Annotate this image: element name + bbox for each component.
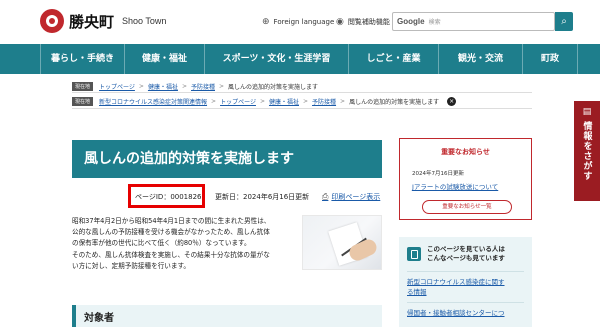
also-viewed-heading: このページを見ている人は こんなページも見ています: [427, 245, 505, 263]
page-title: 風しんの追加的対策を実施します: [84, 151, 294, 167]
breadcrumb-separator: >: [181, 83, 187, 90]
nav-item-sports-culture[interactable]: スポーツ・文化・生涯学習: [204, 44, 348, 74]
logo-text-en: Shoo Town: [122, 16, 167, 26]
breadcrumb-link[interactable]: トップページ: [99, 82, 135, 91]
divider: [407, 271, 524, 272]
close-icon[interactable]: ×: [447, 97, 457, 106]
body-line: そのため、風しん抗体検査を実施し、その結果十分な抗体の量がな: [72, 250, 270, 259]
town-emblem-icon: [40, 9, 64, 33]
globe-icon: ⊕: [262, 17, 270, 27]
notice-list-button[interactable]: 重要なお知らせ一覧: [422, 200, 512, 214]
search-button[interactable]: ⌕: [555, 12, 573, 31]
search-input[interactable]: Google 検索: [392, 12, 555, 31]
site-logo[interactable]: 勝央町 Shoo Town: [40, 9, 166, 33]
section-heading-box: 対象者: [72, 305, 382, 327]
nav-item-living[interactable]: 暮らし・手続き: [40, 44, 124, 74]
article-photo: [302, 215, 382, 270]
find-info-label: 情報をさがす: [581, 121, 592, 181]
search-placeholder: 検索: [428, 19, 441, 26]
page-title-box: 風しんの追加的対策を実施します: [72, 140, 382, 178]
notice-date: 2024年7月16日更新: [412, 171, 464, 177]
breadcrumb-link[interactable]: 予防接種: [312, 97, 336, 106]
nav-item-health[interactable]: 健康・福祉: [124, 44, 204, 74]
foreign-language-label: Foreign language: [273, 18, 335, 26]
breadcrumb-current: 風しんの追加的対策を実施します: [349, 99, 440, 106]
breadcrumb-separator: >: [303, 98, 309, 105]
divider: [72, 108, 532, 109]
eye-icon: ◉: [336, 17, 344, 27]
nav-item-work[interactable]: しごと・産業: [348, 44, 438, 74]
global-nav: 暮らし・手続き 健康・福祉 スポーツ・文化・生涯学習 しごと・産業 観光・交流 …: [0, 44, 600, 74]
phone-icon: [407, 247, 421, 261]
nav-item-tourism[interactable]: 観光・交流: [438, 44, 522, 74]
notice-heading: 重要なお知らせ: [441, 148, 490, 156]
find-info-tab[interactable]: ▤ 情報をさがす: [574, 101, 600, 201]
breadcrumb-separator: >: [219, 83, 225, 90]
section-heading: 対象者: [84, 313, 114, 324]
breadcrumb-link[interactable]: 健康・福祉: [148, 82, 178, 91]
body-text: 昭和37年4月2日から昭和54年4月1日までの間に生まれた男性は、 公的な風しん…: [72, 216, 294, 272]
also-viewed-link[interactable]: 新型コロナウイルス感染症に関す: [407, 277, 524, 287]
body-line: い方に対し、定期予防接種を行います。: [72, 261, 191, 270]
site-header: 勝央町 Shoo Town ⊕ Foreign language ◉ 閲覧補助機…: [0, 0, 600, 44]
body-line: 公的な風しんの予防接種を受ける機会がなかったため、風しん抗体: [72, 228, 270, 237]
also-viewed-link[interactable]: 帰国者・接触者相談センターにつ: [407, 308, 524, 318]
logo-text-jp: 勝央町: [69, 12, 115, 31]
breadcrumb-tag: 現在地: [72, 82, 94, 91]
print-page-label: 印刷ページ表示: [331, 193, 381, 201]
google-brand: Google: [397, 17, 425, 26]
also-viewed-link[interactable]: る情報: [407, 287, 524, 297]
body-line: の保有率が他の世代に比べて低く（約80％）なっています。: [72, 239, 251, 248]
breadcrumb-link[interactable]: 健康・福祉: [269, 97, 299, 106]
reading-aid-label: 閲覧補助機能: [347, 18, 390, 26]
breadcrumb-current: 風しんの追加的対策を実施します: [228, 84, 319, 91]
breadcrumb-link[interactable]: 予防接種: [191, 82, 215, 91]
also-viewed-header: このページを見ている人は こんなページも見ています: [399, 237, 532, 263]
printer-icon: ⎙: [322, 192, 329, 201]
important-notice-box: 重要なお知らせ 2024年7月16日更新 Jアラートの試験放送について 重要なお…: [399, 138, 532, 220]
page-id: ページID：0001826: [135, 193, 202, 201]
print-page-link[interactable]: ⎙ 印刷ページ表示: [322, 192, 380, 202]
document-icon: ▤: [582, 107, 592, 117]
breadcrumb: 現在地 トップページ > 健康・福祉 > 予防接種 > 風しんの追加的対策を実施…: [72, 82, 318, 91]
breadcrumb-separator: >: [340, 98, 346, 105]
breadcrumb-tag: 現在地: [72, 97, 94, 106]
body-line: 昭和37年4月2日から昭和54年4月1日までの間に生まれた男性は、: [72, 217, 271, 225]
breadcrumb-separator: >: [259, 98, 265, 105]
breadcrumb-link[interactable]: 新型コロナウイルス感染症対策関連情報: [99, 97, 207, 106]
divider: [407, 302, 524, 303]
breadcrumb: 現在地 新型コロナウイルス感染症対策関連情報 > トップページ > 健康・福祉 …: [72, 97, 457, 106]
also-viewed-heading-line: このページを見ている人は: [427, 245, 505, 253]
breadcrumb-link[interactable]: トップページ: [220, 97, 256, 106]
nav-item-town-admin[interactable]: 町政: [522, 44, 578, 74]
also-viewed-heading-line: こんなページも見ています: [427, 254, 505, 262]
also-viewed-box: このページを見ている人は こんなページも見ています 新型コロナウイルス感染症に関…: [399, 237, 532, 327]
divider: [72, 92, 532, 93]
reading-aid-link[interactable]: ◉ 閲覧補助機能: [336, 17, 390, 27]
foreign-language-link[interactable]: ⊕ Foreign language: [262, 17, 334, 27]
search-icon: ⌕: [561, 16, 567, 27]
updated-date: 更新日：2024年6月16日更新: [215, 193, 310, 201]
notice-item-link[interactable]: Jアラートの試験放送について: [412, 181, 531, 191]
breadcrumb-separator: >: [138, 83, 144, 90]
breadcrumb-separator: >: [211, 98, 217, 105]
